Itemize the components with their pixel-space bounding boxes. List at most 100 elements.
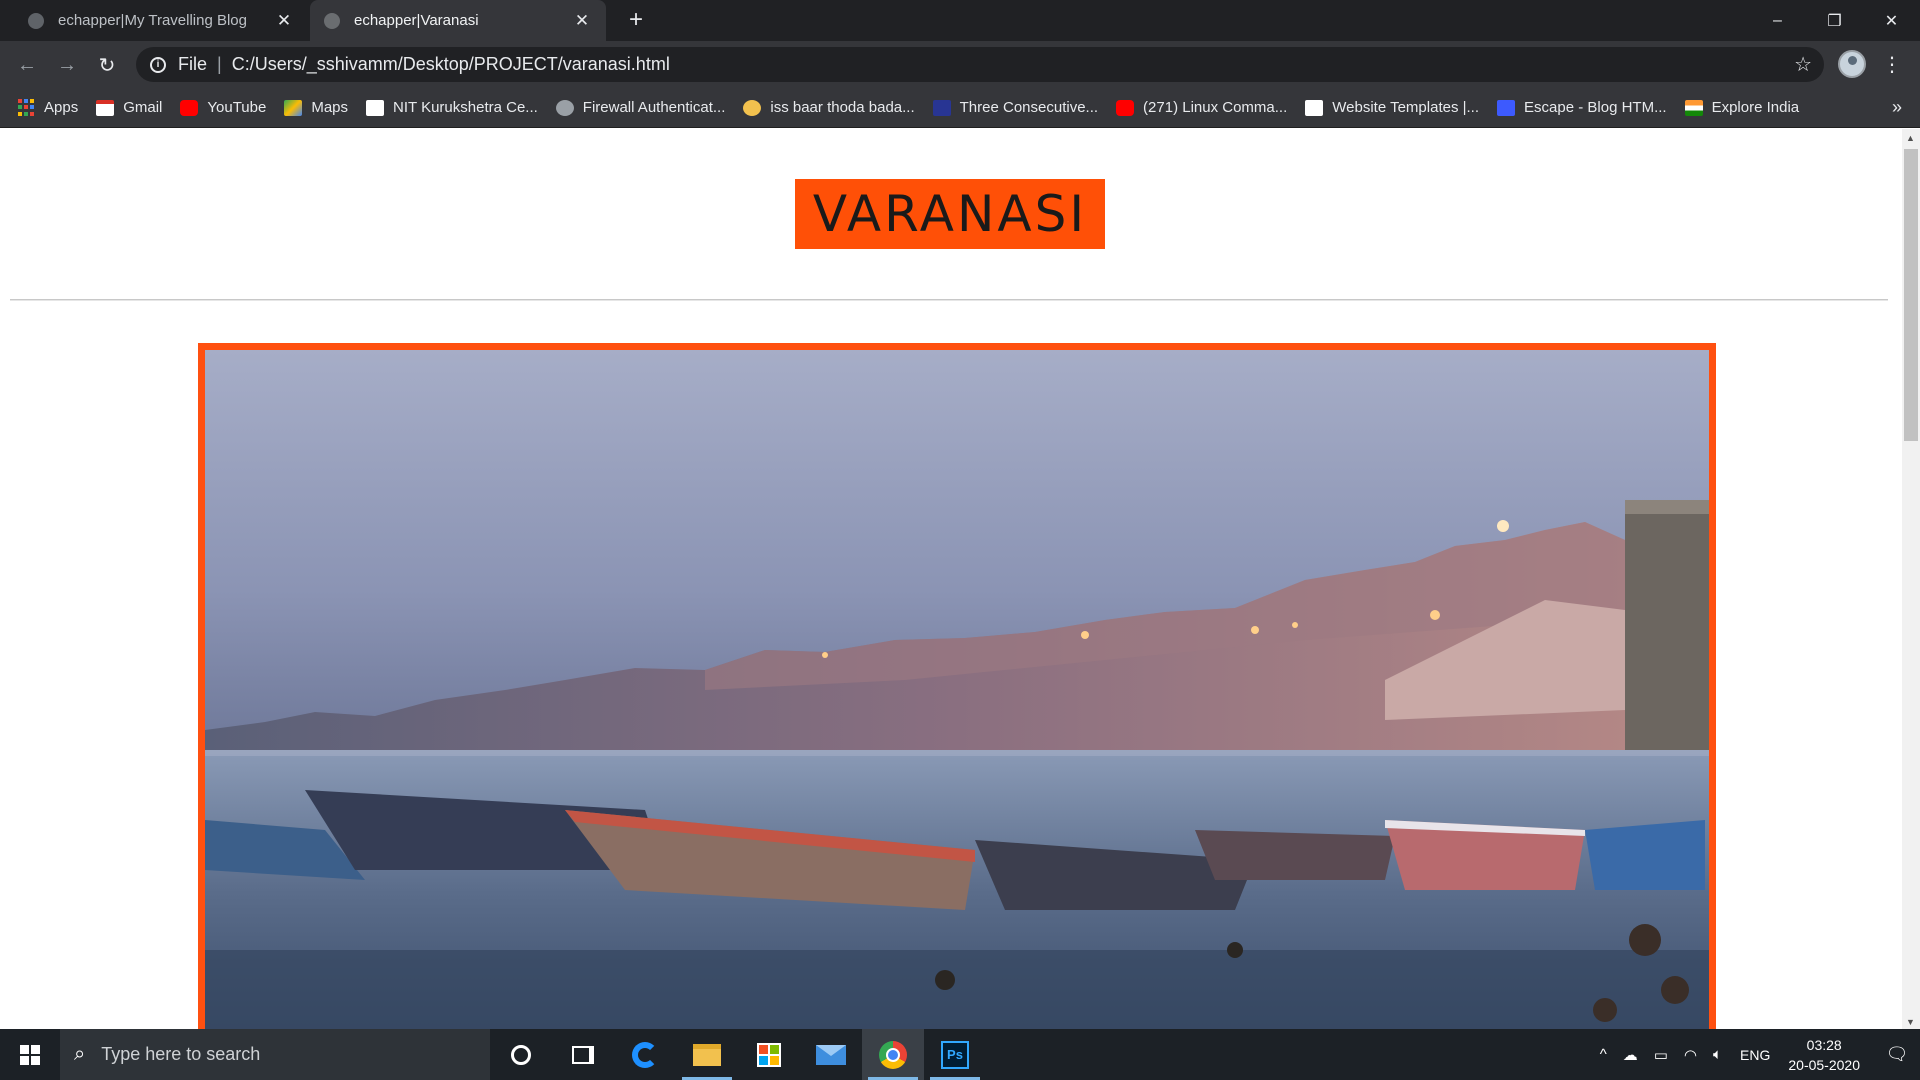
forward-button[interactable]: → <box>51 49 83 81</box>
youtube-icon <box>180 99 199 116</box>
bookmark-website-templates[interactable]: Website Templates |... <box>1305 94 1479 122</box>
varanasi-ghats-photo <box>205 350 1709 1029</box>
bookmark-explore-india[interactable]: Explore India <box>1684 94 1800 122</box>
bookmark-iss-baar[interactable]: iss baar thoda bada... <box>743 94 915 122</box>
file-explorer-button[interactable] <box>676 1029 738 1080</box>
tab-my-travelling-blog[interactable]: echapper|My Travelling Blog ✕ <box>0 0 308 41</box>
volume-icon[interactable]: 🔈︎ <box>1713 1046 1722 1063</box>
bookmark-label: Escape - Blog HTM... <box>1524 99 1667 116</box>
chrome-button[interactable] <box>862 1029 924 1080</box>
page-title: VARANASI <box>795 179 1105 249</box>
search-placeholder: Type here to search <box>101 1044 261 1064</box>
bookmark-three-consecutive[interactable]: Three Consecutive... <box>932 94 1099 122</box>
taskbar-search[interactable]: ⌕ Type here to search <box>60 1029 490 1080</box>
bookmark-maps[interactable]: Maps <box>284 94 348 122</box>
bookmarks-overflow-button[interactable]: » <box>1892 97 1902 118</box>
bookmark-label: Firewall Authenticat... <box>582 99 726 116</box>
photoshop-button[interactable]: Ps <box>924 1029 986 1080</box>
maps-icon <box>284 99 303 116</box>
wifi-icon[interactable]: ◠ <box>1684 1046 1697 1064</box>
show-hidden-icons-chevron-icon[interactable]: ^ <box>1600 1046 1607 1063</box>
system-tray: ^ ☁ ▭ ◠ 🔈︎ ENG 03:28 20-05-2020 🗨︎ <box>1592 1029 1920 1080</box>
photoshop-icon: Ps <box>941 1040 969 1069</box>
back-button[interactable]: ← <box>11 49 43 81</box>
site-info-icon[interactable]: i <box>150 56 166 73</box>
edge-button[interactable] <box>614 1029 676 1080</box>
bookmark-label: Apps <box>44 99 79 116</box>
india-flag-icon <box>1684 99 1703 116</box>
bookmark-youtube[interactable]: YouTube <box>180 94 266 122</box>
horizontal-rule <box>10 299 1888 301</box>
cortana-icon <box>511 1044 531 1065</box>
start-button[interactable] <box>0 1029 60 1080</box>
scroll-up-arrow-icon[interactable]: ▲ <box>1906 133 1915 143</box>
bookmark-nit-kurukshetra[interactable]: NIT Kurukshetra Ce... <box>366 94 538 122</box>
browser-toolbar: ← → ↻ i File | C:/Users/_sshivamm/Deskto… <box>0 41 1920 88</box>
mail-button[interactable] <box>800 1029 862 1080</box>
close-window-button[interactable]: ✕ <box>1863 0 1920 41</box>
new-tab-button[interactable]: + <box>622 7 650 35</box>
bookmark-label: Website Templates |... <box>1332 99 1480 116</box>
language-indicator[interactable]: ENG <box>1740 1047 1770 1063</box>
globe-icon <box>28 12 44 29</box>
address-separator: | <box>217 54 222 74</box>
mail-icon <box>816 1044 846 1065</box>
folder-icon <box>693 1043 721 1066</box>
address-bar[interactable]: i File | C:/Users/_sshivamm/Desktop/PROJ… <box>136 47 1824 82</box>
scheme-chip: File <box>178 54 208 74</box>
clock[interactable]: 03:28 20-05-2020 <box>1788 1035 1860 1075</box>
smiley-icon <box>743 99 762 116</box>
battery-icon[interactable]: ▭ <box>1654 1046 1668 1064</box>
bookmark-escape-blog[interactable]: Escape - Blog HTM... <box>1497 94 1667 122</box>
edge-icon <box>632 1041 658 1068</box>
onedrive-cloud-icon[interactable]: ☁ <box>1623 1046 1638 1064</box>
browser-menu-icon[interactable]: ⋮ <box>1880 49 1904 81</box>
store-button[interactable] <box>738 1029 800 1080</box>
globe-icon <box>324 12 340 29</box>
bookmark-apps[interactable]: Apps <box>18 94 78 122</box>
url-text[interactable]: C:/Users/_sshivamm/Desktop/PROJECT/varan… <box>232 54 670 75</box>
reload-button[interactable]: ↻ <box>91 49 123 81</box>
apps-grid-icon <box>18 99 35 116</box>
youtube-icon <box>1116 99 1135 116</box>
store-icon <box>757 1042 781 1067</box>
web-page: VARANASI <box>0 129 1902 1029</box>
chrome-icon <box>879 1040 907 1069</box>
globe-icon <box>555 99 574 116</box>
notifications-icon[interactable]: 🗨︎ <box>1874 1029 1920 1080</box>
bookmark-firewall[interactable]: Firewall Authenticat... <box>555 94 726 122</box>
scroll-down-arrow-icon[interactable]: ▼ <box>1906 1017 1915 1027</box>
bookmark-label: Explore India <box>1711 99 1800 116</box>
bookmark-gmail[interactable]: Gmail <box>96 94 162 122</box>
minimize-button[interactable]: – <box>1749 0 1806 41</box>
task-view-icon <box>572 1045 594 1064</box>
tab-title: echapper|My Travelling Blog <box>58 12 247 29</box>
browser-tab-strip: echapper|My Travelling Blog ✕ echapper|V… <box>0 0 1920 41</box>
tab-varanasi[interactable]: echapper|Varanasi ✕ <box>310 0 606 41</box>
scrollbar-thumb[interactable] <box>1904 149 1918 441</box>
bookmark-doc-icon <box>932 99 951 116</box>
bookmark-label: (271) Linux Comma... <box>1143 99 1288 116</box>
bookmark-label: Gmail <box>123 99 163 116</box>
page-scrollbar[interactable]: ▲ ▼ <box>1902 129 1920 1029</box>
nit-icon <box>366 99 385 116</box>
close-tab-icon[interactable]: ✕ <box>572 11 592 31</box>
windows-logo-icon <box>20 1044 40 1065</box>
task-view-button[interactable] <box>552 1029 614 1080</box>
tab-title: echapper|Varanasi <box>354 12 479 29</box>
cortana-button[interactable] <box>490 1029 552 1080</box>
maximize-button[interactable]: ❐ <box>1806 0 1863 41</box>
clock-time: 03:28 <box>1806 1036 1842 1053</box>
bookmark-linux-commands[interactable]: (271) Linux Comma... <box>1116 94 1287 122</box>
windows-taskbar: ⌕ Type here to search Ps ^ ☁ ▭ ◠ 🔈︎ ENG … <box>0 1029 1920 1080</box>
gmail-icon <box>96 99 115 116</box>
w-icon <box>1497 99 1516 116</box>
bookmark-label: Three Consecutive... <box>959 99 1099 116</box>
close-tab-icon[interactable]: ✕ <box>274 11 294 31</box>
bookmarks-bar: Apps Gmail YouTube Maps NIT Kurukshetra … <box>0 88 1920 128</box>
search-icon: ⌕ <box>74 1043 86 1065</box>
bookmark-label: NIT Kurukshetra Ce... <box>393 99 538 116</box>
profile-avatar[interactable] <box>1838 50 1866 78</box>
bookmark-star-icon[interactable]: ☆ <box>1794 52 1812 77</box>
wix-icon <box>1305 99 1324 116</box>
